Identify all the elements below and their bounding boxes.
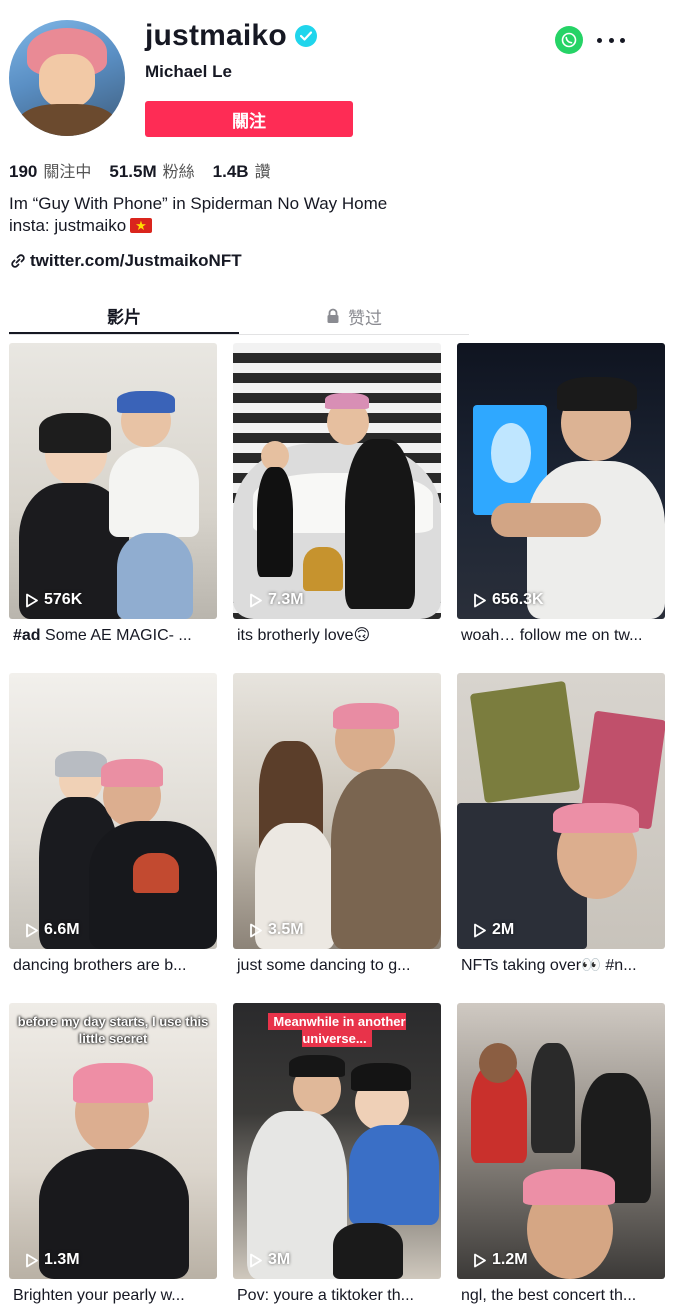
video-caption: NFTs taking over👀 #n... <box>461 957 637 974</box>
profile-bio: Im “Guy With Phone” in Spiderman No Way … <box>9 193 388 238</box>
video-thumbnail: 3.5M <box>233 673 441 949</box>
video-caption: dancing brothers are b... <box>13 957 187 974</box>
stat-label: 關注中 <box>43 162 92 181</box>
play-icon <box>474 923 486 937</box>
video-thumbnail: 1.2M <box>457 1003 665 1279</box>
stat-following[interactable]: 190 關注中 <box>9 158 91 182</box>
view-count: 3.5M <box>249 921 304 939</box>
profile-link[interactable]: twitter.com/JustmaikoNFT <box>9 251 242 271</box>
avatar-body <box>17 104 117 136</box>
lock-icon <box>327 308 339 323</box>
play-icon <box>474 593 486 607</box>
video-card[interactable]: 1.2M ngl, the best concert th... <box>457 1003 665 1306</box>
username: justmaiko <box>145 19 287 52</box>
play-icon <box>26 923 38 937</box>
video-card[interactable]: 6.6M dancing brothers are b... <box>9 673 217 1003</box>
more-dot <box>597 37 602 43</box>
tab-label: 影片 <box>107 307 141 328</box>
play-icon <box>26 593 38 607</box>
stat-likes: 1.4B 讚 <box>213 158 271 182</box>
view-count: 2M <box>473 921 514 939</box>
video-caption: just some dancing to g... <box>237 957 411 974</box>
view-count-text: 576K <box>44 591 83 608</box>
overlay-label: Meanwhile in another universe... <box>268 1013 406 1047</box>
profile-tabs: 影片 赞过 <box>9 298 469 335</box>
video-card[interactable]: 576K #ad Some AE MAGIC- ... <box>9 343 217 673</box>
more-dot <box>620 37 625 43</box>
view-count-text: 6.6M <box>44 921 80 938</box>
view-count: 6.6M <box>25 921 80 939</box>
view-count-text: 1.3M <box>44 1251 80 1268</box>
video-caption: Pov: youre a tiktoker th... <box>237 1287 414 1304</box>
stat-value: 51.5M <box>109 162 157 181</box>
caption-hashtag[interactable]: #ad <box>13 627 41 644</box>
video-card[interactable]: 3.5M just some dancing to g... <box>233 673 441 1003</box>
video-caption: woah… follow me on tw... <box>461 627 643 644</box>
view-count: 1.3M <box>25 1251 80 1269</box>
video-overlay-text: before my day starts, I use this little … <box>17 1014 209 1046</box>
whatsapp-icon[interactable] <box>555 26 583 54</box>
stat-followers[interactable]: 51.5M 粉絲 <box>109 158 194 182</box>
view-count-text: 2M <box>492 921 515 938</box>
video-thumbnail: 576K <box>9 343 217 619</box>
follow-button[interactable]: 關注 <box>145 101 353 137</box>
video-thumbnail: 7.3M <box>233 343 441 619</box>
verified-badge-icon <box>294 25 317 47</box>
play-icon <box>474 1253 486 1267</box>
play-icon <box>26 1253 38 1267</box>
username-row: justmaiko <box>145 16 317 56</box>
view-count: 576K <box>25 591 82 609</box>
video-card[interactable]: Meanwhile in another universe... 3M Pov:… <box>233 1003 441 1306</box>
video-grid: 576K #ad Some AE MAGIC- ... 7.3M its bro… <box>9 343 665 1306</box>
vietnam-flag-icon <box>130 216 153 238</box>
video-caption: #ad Some AE MAGIC- ... <box>9 626 209 646</box>
video-card[interactable]: 7.3M its brotherly love🙃 <box>233 343 441 673</box>
caption-text: Some AE MAGIC- ... <box>40 627 192 644</box>
view-count-text: 1.2M <box>492 1251 528 1268</box>
bio-line-2: insta: justmaiko <box>9 215 387 238</box>
view-count: 3M <box>249 1251 290 1269</box>
tab-label: 赞过 <box>348 308 382 329</box>
stat-value: 190 <box>9 162 38 181</box>
view-count-text: 656.3K <box>492 591 544 608</box>
bio-line: Im “Guy With Phone” in Spiderman No Way … <box>9 194 388 213</box>
view-count-text: 7.3M <box>268 591 304 608</box>
play-icon <box>250 1253 262 1267</box>
more-icon[interactable] <box>597 30 625 50</box>
nickname: Michael Le <box>145 62 232 81</box>
video-thumbnail: 2M <box>457 673 665 949</box>
video-card[interactable]: before my day starts, I use this little … <box>9 1003 217 1306</box>
video-thumbnail: Meanwhile in another universe... 3M <box>233 1003 441 1279</box>
play-icon <box>250 923 262 937</box>
profile-avatar <box>9 20 125 136</box>
video-caption: its brotherly love🙃 <box>237 627 371 644</box>
avatar-face <box>39 54 95 108</box>
video-caption: Brighten your pearly w... <box>13 1287 185 1304</box>
tab-videos[interactable]: 影片 <box>9 298 239 334</box>
bio-line: insta: justmaiko <box>9 216 127 235</box>
video-overlay-text: Meanwhile in another universe... <box>241 1013 433 1047</box>
stat-label: 讚 <box>254 162 271 181</box>
video-caption: ngl, the best concert th... <box>461 1287 637 1304</box>
video-thumbnail: 6.6M <box>9 673 217 949</box>
tab-liked[interactable]: 赞过 <box>239 298 469 334</box>
view-count: 1.2M <box>473 1251 528 1269</box>
stat-label: 粉絲 <box>162 162 195 181</box>
video-card[interactable]: 656.3K woah… follow me on tw... <box>457 343 665 673</box>
video-thumbnail: 656.3K <box>457 343 665 619</box>
link-icon <box>11 254 25 268</box>
profile-stats: 190 關注中 51.5M 粉絲 1.4B 讚 <box>9 158 289 182</box>
video-card[interactable]: 2M NFTs taking over👀 #n... <box>457 673 665 1003</box>
stat-value: 1.4B <box>212 162 249 181</box>
link-text: twitter.com/JustmaikoNFT <box>30 251 242 270</box>
video-thumbnail: before my day starts, I use this little … <box>9 1003 217 1279</box>
play-icon <box>250 593 262 607</box>
view-count: 7.3M <box>249 591 304 609</box>
more-dot <box>608 37 614 43</box>
view-count-text: 3.5M <box>268 921 304 938</box>
view-count: 656.3K <box>473 591 544 609</box>
view-count-text: 3M <box>268 1251 291 1268</box>
